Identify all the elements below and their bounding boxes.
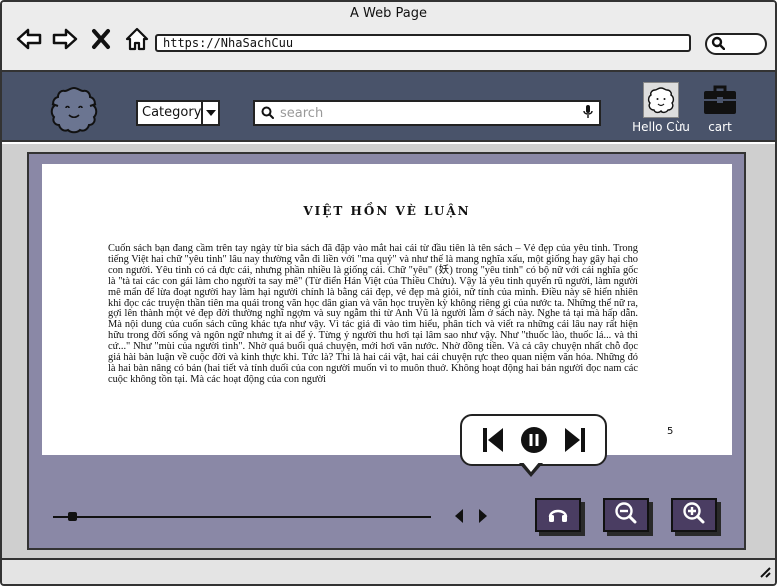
browser-chrome: A Web Page https://NhaSachCuu	[2, 2, 775, 72]
book-text: Cuốn sách bạn đang cầm trên tay ngày từ …	[108, 243, 638, 385]
back-arrow-icon[interactable]	[14, 24, 44, 54]
microphone-icon[interactable]	[583, 104, 593, 123]
pause-icon[interactable]	[518, 424, 550, 456]
cart-label: cart	[708, 120, 732, 134]
url-bar[interactable]: https://NhaSachCuu	[155, 34, 691, 52]
book-reader: VIỆT HỒN VÈ LUẬN Cuốn sách bạn đang cầm …	[27, 152, 746, 550]
progress-slider[interactable]	[53, 512, 431, 521]
page-number: 5	[667, 426, 674, 437]
briefcase-cart-icon[interactable]	[702, 82, 738, 118]
browser-nav	[14, 24, 152, 54]
forward-arrow-icon[interactable]	[50, 24, 80, 54]
resize-grip-icon[interactable]	[757, 563, 771, 582]
status-bar	[2, 558, 775, 584]
user-greeting: Hello Cừu	[632, 120, 690, 134]
app-header: Category search Hello Cừu cart	[2, 72, 775, 142]
slider-knob[interactable]	[68, 512, 77, 521]
user-profile[interactable]: Hello Cừu	[630, 82, 692, 134]
cart-button[interactable]: cart	[698, 82, 742, 134]
page-next-icon[interactable]	[477, 508, 489, 524]
headphones-icon	[547, 503, 569, 527]
search-icon	[711, 35, 726, 54]
home-icon[interactable]	[122, 24, 152, 54]
zoom-in-icon	[682, 501, 706, 529]
zoom-out-button[interactable]	[603, 498, 649, 532]
skip-back-icon[interactable]	[477, 424, 509, 456]
search-icon	[261, 104, 274, 123]
window-title: A Web Page	[350, 6, 427, 21]
browser-search-button[interactable]	[705, 33, 767, 55]
zoom-out-icon	[614, 501, 638, 529]
zoom-in-button[interactable]	[671, 498, 717, 532]
book-title: VIỆT HỒN VÈ LUẬN	[303, 204, 471, 218]
book-page[interactable]: VIỆT HỒN VÈ LUẬN Cuốn sách bạn đang cầm …	[42, 164, 732, 455]
avatar[interactable]	[643, 82, 679, 118]
search-input[interactable]: search	[280, 106, 577, 121]
sheep-logo-icon[interactable]	[48, 84, 100, 136]
audio-button[interactable]	[535, 498, 581, 532]
page-navigator	[453, 508, 489, 524]
main-area: VIỆT HỒN VÈ LUẬN Cuốn sách bạn đang cầm …	[2, 144, 775, 558]
category-dropdown[interactable]: Category	[136, 100, 220, 126]
skip-forward-icon[interactable]	[559, 424, 591, 456]
chevron-down-icon[interactable]	[201, 102, 218, 124]
popup-pointer	[519, 461, 543, 477]
category-label: Category	[142, 105, 202, 120]
search-box[interactable]: search	[253, 100, 601, 126]
page-prev-icon[interactable]	[453, 508, 465, 524]
close-x-icon[interactable]	[86, 24, 116, 54]
media-player-popup	[460, 414, 607, 466]
browser-window: A Web Page https://NhaSachCuu Category s…	[0, 0, 777, 586]
